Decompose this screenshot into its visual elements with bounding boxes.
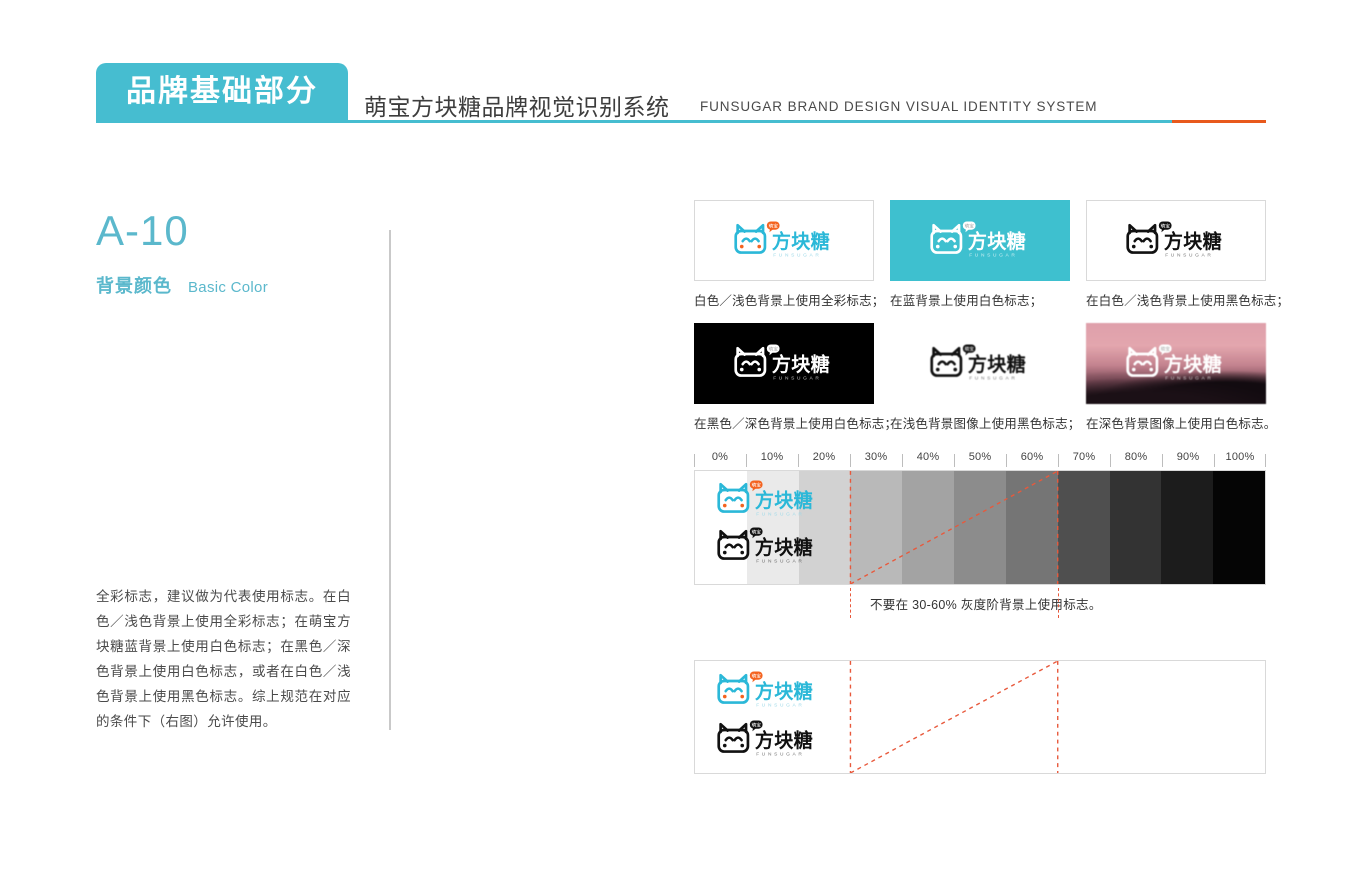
svg-text:方块糖: 方块糖 <box>755 729 813 752</box>
caption-row-2: 在黑色／深色背景上使用白色标志； 在浅色背景图像上使用黑色标志； 在深色背景图像上使… <box>694 413 1277 432</box>
page-header: 品牌基础部分 萌宝方块糖品牌视觉识别系统 FUNSUGAR BRAND DESI… <box>0 0 1366 150</box>
svg-text:萌宝: 萌宝 <box>1161 345 1171 352</box>
header-section-tab: 品牌基础部分 <box>96 63 348 120</box>
brand-logo: 萌宝 方块糖 FUNSUGAR <box>717 671 813 709</box>
brand-logo: 萌宝 方块糖 FUNSUGAR <box>1126 221 1222 259</box>
section-subtitle-cn: 背景颜色 <box>96 276 172 296</box>
svg-text:萌宝: 萌宝 <box>752 481 762 488</box>
svg-text:方块糖: 方块糖 <box>755 536 813 559</box>
svg-text:萌宝: 萌宝 <box>965 345 975 352</box>
svg-text:FUNSUGAR: FUNSUGAR <box>1165 253 1213 259</box>
column-divider <box>389 230 391 730</box>
svg-text:萌宝: 萌宝 <box>769 345 779 352</box>
brand-logo: 萌宝 方块糖 FUNSUGAR <box>734 221 830 259</box>
logo-sample-black-on-light-photo: 萌宝 方块糖 FUNSUGAR <box>890 323 1070 404</box>
grayscale-percentage-scale: 0% 10% 20% 30% 40% 50% 60% 70% 80% 90% 100% <box>694 446 1266 468</box>
gray-step-70pct <box>1057 471 1110 584</box>
svg-text:方块糖: 方块糖 <box>968 230 1026 253</box>
color-band-logos: 萌宝 方块糖 FUNSUGAR 萌宝 方块糖 FUNSUGAR <box>713 670 821 760</box>
svg-text:FUNSUGAR: FUNSUGAR <box>969 253 1017 259</box>
scale-label-20pct: 20% <box>798 451 850 467</box>
sample-row-2: 萌宝 方块糖 FUNSUGAR 萌宝 方块糖 FUNSUGAR 萌宝 方块糖 F… <box>694 323 1266 404</box>
logo-sample-black-on-white: 萌宝 方块糖 FUNSUGAR <box>1086 200 1266 281</box>
brand-logo: 萌宝 方块糖 FUNSUGAR <box>717 720 813 758</box>
svg-text:FUNSUGAR: FUNSUGAR <box>773 253 821 259</box>
svg-text:FUNSUGAR: FUNSUGAR <box>756 512 804 518</box>
scale-label-30pct: 30% <box>850 451 902 467</box>
section-code: A-10 <box>96 207 189 254</box>
scale-label-40pct: 40% <box>902 451 954 467</box>
svg-text:FUNSUGAR: FUNSUGAR <box>756 559 804 565</box>
scale-label-80pct: 80% <box>1110 451 1162 467</box>
svg-text:萌宝: 萌宝 <box>752 528 762 535</box>
left-body-paragraph: 全彩标志，建议做为代表使用标志。在白色／浅色背景上使用全彩标志；在萌宝方块糖蓝背… <box>96 589 351 729</box>
svg-text:方块糖: 方块糖 <box>772 353 830 376</box>
logo-sample-white-on-black: 萌宝 方块糖 FUNSUGAR <box>694 323 874 404</box>
section-subtitle-en: Basic Color <box>188 279 268 296</box>
caption-row-1: 白色／浅色背景上使用全彩标志； 在蓝背景上使用白色标志； 在白色／浅色背景上使用黑色… <box>694 290 1290 309</box>
brand-logo: 萌宝 方块糖 FUNSUGAR <box>734 344 830 382</box>
logo-sample-white-on-blue: 萌宝 方块糖 FUNSUGAR <box>890 200 1070 281</box>
gray-step-90pct <box>1161 471 1214 584</box>
color-band: 萌宝 方块糖 FUNSUGAR 萌宝 方块糖 FUNSUGAR <box>694 660 1266 774</box>
gray-step-100pct <box>1213 471 1265 584</box>
svg-text:萌宝: 萌宝 <box>769 222 779 229</box>
gray-step-60pct <box>1005 471 1058 584</box>
svg-text:萌宝: 萌宝 <box>1161 222 1171 229</box>
logo-sample-white-on-dark-photo: 萌宝 方块糖 FUNSUGAR <box>1086 323 1266 404</box>
svg-text:方块糖: 方块糖 <box>968 353 1026 376</box>
gray-step-50pct <box>954 471 1006 584</box>
scale-label-50pct: 50% <box>954 451 1006 467</box>
warning-text: 不要在 30-60% 灰度阶背景上使用标志。 <box>870 598 1102 612</box>
gray-step-40pct <box>902 471 955 584</box>
scale-label-90pct: 90% <box>1162 451 1214 467</box>
brand-logo: 萌宝 方块糖 FUNSUGAR <box>717 527 813 565</box>
scale-label-60pct: 60% <box>1006 451 1058 467</box>
header-rule-accent <box>1172 120 1266 123</box>
svg-text:萌宝: 萌宝 <box>752 672 762 679</box>
caption-black-on-light-photo: 在浅色背景图像上使用黑色标志； <box>890 417 1081 431</box>
gray-step-30pct <box>850 471 903 584</box>
left-column: A-10 背景颜色 Basic Color <box>96 210 396 298</box>
scale-label-70pct: 70% <box>1058 451 1110 467</box>
brand-logo: 萌宝 方块糖 FUNSUGAR <box>717 480 813 518</box>
brand-logo: 萌宝 方块糖 FUNSUGAR <box>1126 344 1222 382</box>
caption-white-on-dark-photo: 在深色背景图像上使用白色标志。 <box>1086 417 1277 431</box>
svg-text:方块糖: 方块糖 <box>772 230 830 253</box>
svg-text:方块糖: 方块糖 <box>1164 230 1222 253</box>
header-rule-line <box>96 120 1266 123</box>
svg-text:方块糖: 方块糖 <box>755 680 813 703</box>
svg-text:FUNSUGAR: FUNSUGAR <box>756 703 804 709</box>
svg-text:FUNSUGAR: FUNSUGAR <box>773 376 821 382</box>
brand-logo: 萌宝 方块糖 FUNSUGAR <box>930 344 1026 382</box>
grayscale-band-logos: 萌宝 方块糖 FUNSUGAR 萌宝 方块糖 FUNSUGAR <box>713 479 821 567</box>
svg-text:FUNSUGAR: FUNSUGAR <box>1165 376 1213 382</box>
guide-tail-end <box>1058 588 1059 618</box>
warning-row: 不要在 30-60% 灰度阶背景上使用标志。 <box>694 588 1266 618</box>
svg-text:FUNSUGAR: FUNSUGAR <box>969 376 1017 382</box>
header-english-title: FUNSUGAR BRAND DESIGN VISUAL IDENTITY SY… <box>700 99 1098 114</box>
section-subtitle: 背景颜色 Basic Color <box>96 272 396 298</box>
caption-black-on-white: 在白色／浅色背景上使用黑色标志； <box>1086 294 1290 308</box>
caption-white-on-black: 在黑色／深色背景上使用白色标志； <box>694 417 898 431</box>
scale-label-10pct: 10% <box>746 451 798 467</box>
sample-row-1: 萌宝 方块糖 FUNSUGAR 萌宝 方块糖 FUNSUGAR 萌宝 方块糖 F… <box>694 200 1266 281</box>
header-chinese-title: 萌宝方块糖品牌视觉识别系统 <box>364 94 670 120</box>
svg-text:萌宝: 萌宝 <box>965 222 975 229</box>
guide-tail-start <box>850 588 851 618</box>
svg-text:方块糖: 方块糖 <box>1164 353 1222 376</box>
scale-label-0pct: 0% <box>694 451 746 467</box>
header-section-tab-label: 品牌基础部分 <box>126 74 318 108</box>
svg-text:FUNSUGAR: FUNSUGAR <box>756 752 804 758</box>
caption-white-on-blue: 在蓝背景上使用白色标志； <box>890 294 1043 308</box>
right-column: 萌宝 方块糖 FUNSUGAR 萌宝 方块糖 FUNSUGAR 萌宝 方块糖 F… <box>694 200 1290 774</box>
scale-label-100pct: 100% <box>1214 451 1266 467</box>
svg-text:萌宝: 萌宝 <box>752 721 762 728</box>
logo-sample-full-color-on-white: 萌宝 方块糖 FUNSUGAR <box>694 200 874 281</box>
brand-logo: 萌宝 方块糖 FUNSUGAR <box>930 221 1026 259</box>
grayscale-band: 萌宝 方块糖 FUNSUGAR 萌宝 方块糖 FUNSUGAR <box>694 470 1266 585</box>
caption-full-color-on-white: 白色／浅色背景上使用全彩标志； <box>694 294 885 308</box>
gray-step-80pct <box>1109 471 1162 584</box>
svg-text:方块糖: 方块糖 <box>755 489 813 512</box>
